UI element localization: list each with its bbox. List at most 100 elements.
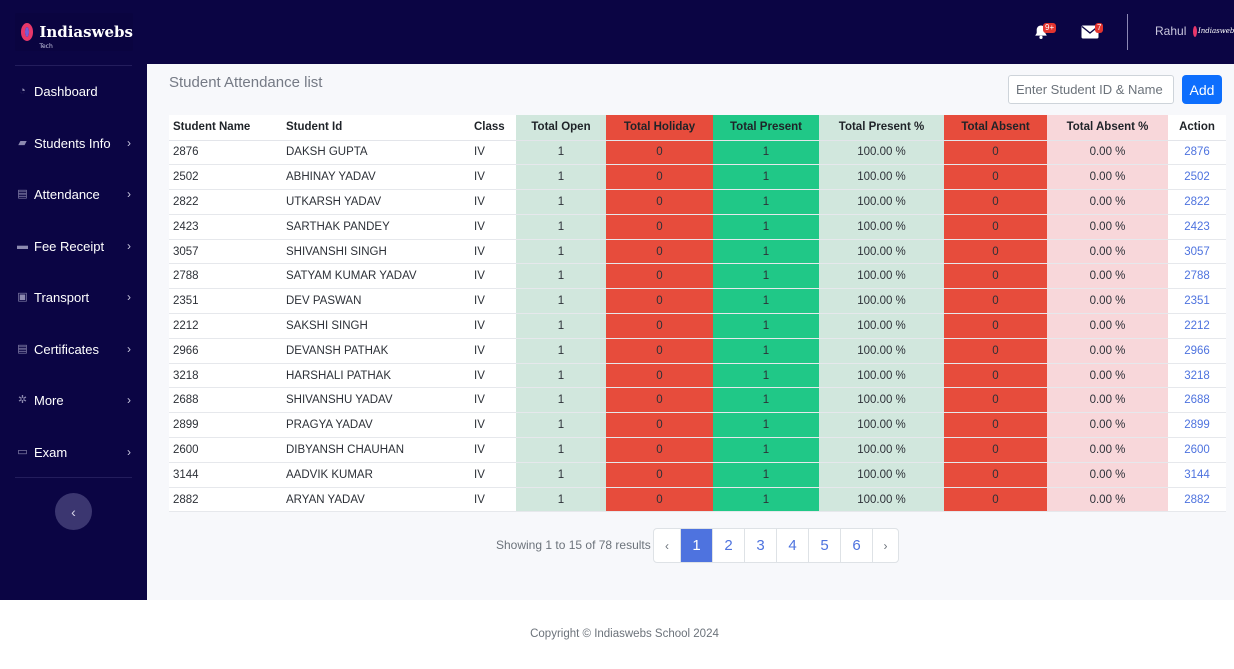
add-button[interactable]: Add: [1182, 75, 1222, 104]
header-total-open[interactable]: Total Open: [516, 115, 606, 141]
cell-total-present-pct: 100.00 %: [819, 140, 944, 166]
header-total-present[interactable]: Total Present: [713, 115, 819, 141]
action-link[interactable]: 2423: [1184, 221, 1210, 233]
table-row[interactable]: 3218 HARSHALI PATHAK IV 1 0 1 100.00 % 0 0.00 % 3…: [169, 363, 1226, 389]
table-row[interactable]: 2876 DAKSH GUPTA IV 1 0 1 100.00 % 0 0.00 % 2876: [169, 140, 1226, 166]
action-link[interactable]: 2966: [1184, 345, 1210, 357]
table-row[interactable]: 2423 SARTHAK PANDEY IV 1 0 1 100.00 % 0 0.00 % 24…: [169, 214, 1226, 240]
action-link[interactable]: 2788: [1184, 270, 1210, 282]
header-total-absent[interactable]: Total Absent: [944, 115, 1047, 141]
topbar-divider: [1127, 14, 1128, 50]
table-row[interactable]: 2966 DEVANSH PATHAK IV 1 0 1 100.00 % 0 0.00 % 29…: [169, 338, 1226, 364]
table-row[interactable]: 3057 SHIVANSHI SINGH IV 1 0 1 100.00 % 0 0.00 % 3…: [169, 239, 1226, 265]
pagination-page-3[interactable]: 3: [744, 529, 776, 562]
sidebar-item-attendance[interactable]: ▤ Attendance ›: [15, 183, 135, 205]
user-name[interactable]: Rahul: [1155, 24, 1186, 38]
action-link[interactable]: 2688: [1184, 394, 1210, 406]
pagination-page-1[interactable]: 1: [680, 529, 712, 562]
table-row[interactable]: 2788 SATYAM KUMAR YADAV IV 1 0 1 100.00 % 0 0.00…: [169, 263, 1226, 290]
attendance-table: Student Name Student Id Class Total Open…: [169, 115, 1226, 513]
sidebar-item-label: Exam: [34, 444, 68, 460]
action-link[interactable]: 2212: [1184, 320, 1210, 332]
cell-total-holiday: 0: [606, 140, 713, 166]
sidebar-item-label: Dashboard: [34, 83, 98, 99]
sidebar-item-fee-receipt[interactable]: ▬ Fee Receipt ›: [15, 235, 135, 257]
cell-total-open: 1: [516, 412, 606, 439]
cell-student-id: ARYAN YADAV: [282, 487, 470, 513]
action-link[interactable]: 2882: [1184, 494, 1210, 506]
cell-total-present: 1: [713, 338, 819, 364]
exam-icon: ▭: [17, 445, 28, 458]
cell-total-present: 1: [713, 387, 819, 414]
cell-total-present-pct: 100.00 %: [819, 412, 944, 439]
cell-student-id: SHIVANSHU YADAV: [282, 387, 470, 414]
avatar[interactable]: Indiaswebs: [1193, 23, 1234, 39]
action-link[interactable]: 3057: [1184, 246, 1210, 258]
cell-total-holiday: 0: [606, 189, 713, 215]
header-action: Action: [1168, 115, 1226, 141]
header-total-holiday[interactable]: Total Holiday: [606, 115, 713, 141]
header-class[interactable]: Class: [470, 115, 516, 141]
cell-student-id: PRAGYA YADAV: [282, 412, 470, 439]
table-row[interactable]: 2882 ARYAN YADAV IV 1 0 1 100.00 % 0 0.00 % 2882: [169, 487, 1226, 513]
pagination-page-4[interactable]: 4: [776, 529, 808, 562]
table-row[interactable]: 2600 DIBYANSH CHAUHAN IV 1 0 1 100.00 % 0 0.00 %…: [169, 437, 1226, 463]
cell-total-absent: 0: [944, 239, 1047, 265]
action-link[interactable]: 2502: [1184, 171, 1210, 183]
cell-total-present-pct: 100.00 %: [819, 363, 944, 389]
cell-total-open: 1: [516, 214, 606, 240]
sidebar-item-transport[interactable]: ▣ Transport ›: [15, 286, 135, 308]
search-input[interactable]: [1008, 75, 1174, 104]
sidebar-item-label: Fee Receipt: [34, 238, 105, 254]
pagination-page-5[interactable]: 5: [808, 529, 840, 562]
action-link[interactable]: 2822: [1184, 196, 1210, 208]
sidebar-item-certificates[interactable]: ▤ Certificates ›: [15, 338, 135, 360]
cell-total-open: 1: [516, 189, 606, 215]
header-student-name[interactable]: Student Name: [169, 115, 282, 141]
sidebar-item-students-info[interactable]: ▰ Students Info ›: [15, 132, 135, 154]
cell-class: IV: [470, 189, 516, 215]
table-row[interactable]: 2899 PRAGYA YADAV IV 1 0 1 100.00 % 0 0.00 % 2899: [169, 412, 1226, 439]
chevron-left-icon: ‹: [665, 538, 669, 553]
brand-logo[interactable]: Indiaswebs Tech: [15, 13, 133, 51]
table-row[interactable]: 2212 SAKSHI SINGH IV 1 0 1 100.00 % 0 0.00 % 2212: [169, 313, 1226, 339]
action-link[interactable]: 2600: [1184, 444, 1210, 456]
sidebar-item-dashboard[interactable]: ◔ Dashboard: [15, 80, 135, 102]
cell-action: 2882: [1168, 487, 1226, 513]
header-total-absent-pct[interactable]: Total Absent %: [1047, 115, 1168, 141]
pagination-next-button[interactable]: ›: [872, 529, 898, 562]
header-total-present-pct[interactable]: Total Present %: [819, 115, 944, 141]
copyright-text: Copyright © Indiaswebs School 2024: [530, 628, 719, 640]
header-student-id[interactable]: Student Id: [282, 115, 470, 141]
cell-total-absent-pct: 0.00 %: [1047, 437, 1168, 463]
cell-student-name: 3144: [169, 462, 282, 488]
bus-icon: ▣: [17, 290, 28, 303]
sidebar-item-more[interactable]: ✲ More ›: [15, 389, 135, 411]
cell-total-absent-pct: 0.00 %: [1047, 462, 1168, 488]
pagination-prev-button[interactable]: ‹: [654, 529, 680, 562]
table-row[interactable]: 2502 ABHINAY YADAV IV 1 0 1 100.00 % 0 0.00 % 250…: [169, 164, 1226, 191]
table-row[interactable]: 2822 UTKARSH YADAV IV 1 0 1 100.00 % 0 0.00 % 282…: [169, 189, 1226, 215]
chevron-right-icon: ›: [127, 445, 131, 459]
action-link[interactable]: 3218: [1184, 370, 1210, 382]
table-row[interactable]: 3144 AADVIK KUMAR IV 1 0 1 100.00 % 0 0.00 % 3144: [169, 462, 1226, 488]
action-link[interactable]: 3144: [1184, 469, 1210, 481]
action-link[interactable]: 2899: [1184, 419, 1210, 431]
cell-action: 2788: [1168, 263, 1226, 290]
action-link[interactable]: 2351: [1184, 295, 1210, 307]
sidebar-item-exam[interactable]: ▭ Exam ›: [15, 441, 135, 463]
top-navbar: Indiaswebs Tech 9+ 7 Rahul Indiaswebs: [0, 0, 1234, 64]
sidebar-collapse-button[interactable]: ‹: [55, 493, 92, 530]
table-row[interactable]: 2688 SHIVANSHU YADAV IV 1 0 1 100.00 % 0 0.00 % 2…: [169, 387, 1226, 414]
cell-total-absent: 0: [944, 363, 1047, 389]
cell-total-present-pct: 100.00 %: [819, 338, 944, 364]
chevron-right-icon: ›: [127, 342, 131, 356]
cell-total-present: 1: [713, 288, 819, 315]
sidebar-item-label: Transport: [34, 289, 90, 305]
cell-student-id: DIBYANSH CHAUHAN: [282, 437, 470, 463]
pagination-page-2[interactable]: 2: [712, 529, 744, 562]
cell-total-absent: 0: [944, 140, 1047, 166]
action-link[interactable]: 2876: [1184, 146, 1210, 158]
pagination-page-6[interactable]: 6: [840, 529, 872, 562]
table-row[interactable]: 2351 DEV PASWAN IV 1 0 1 100.00 % 0 0.00 % 2351: [169, 288, 1226, 315]
